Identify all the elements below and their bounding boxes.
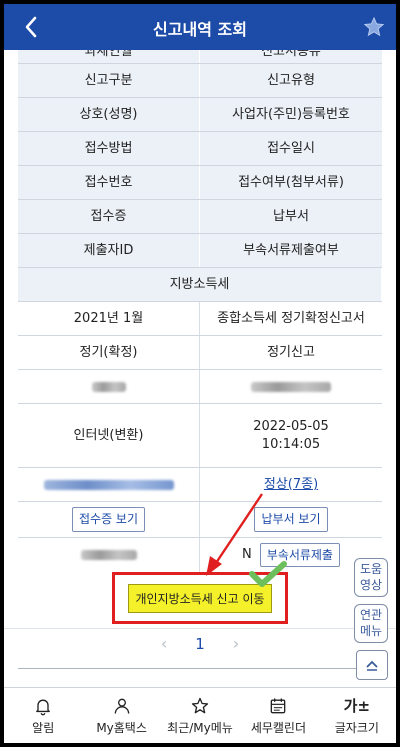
form-type-value: 종합소득세 정기확정신고서 [217,310,365,326]
received-date: 2022-05-05 [253,418,329,434]
report-category-value: 정기(확정) [18,336,200,369]
star-icon [191,697,209,713]
favorite-button[interactable] [360,13,388,41]
table-header-row: 신고구분 신고유형 [18,64,382,98]
nav-my-hometax-label: My홈택스 [96,720,147,735]
help-video-label: 도움영상 [359,562,383,592]
receipt-cell: 접수증 보기 [18,502,200,537]
table-header-row: 제출자ID 부속서류제출여부 [18,234,382,268]
nav-text-size[interactable]: 가± 글자크기 [318,688,396,743]
help-video-button[interactable]: 도움영상 [354,558,388,598]
table-row: 2021년 1월 종합소득세 정기확정신고서 [18,302,382,336]
table-header-row: 접수증 납부서 [18,200,382,234]
calendar-icon [271,698,286,713]
header-cell: 접수여부(첨부서류) [238,174,344,190]
method-value: 인터넷(변환) [18,404,200,467]
nav-alerts[interactable]: 알림 [4,688,82,743]
nav-recent-menu[interactable]: 최근/My메뉴 [161,688,239,743]
page-title: 신고내역 조회 [153,20,247,39]
header-cell-local-tax: 지방소득세 [18,268,382,301]
view-receipt-button[interactable]: 접수증 보기 [71,507,145,532]
table-header-row: 과세연월 신고서종류 [18,50,382,64]
text-size-icon: 가± [343,696,371,715]
nav-tax-calendar-label: 세무캘린더 [250,720,307,735]
header-cell: 신고서종류 [261,50,321,59]
prev-page-button[interactable]: ‹ [161,634,167,653]
header-cell: 신고구분 [18,64,200,97]
nav-my-hometax[interactable]: My홈택스 [82,688,160,743]
table-row [18,370,382,404]
header-cell: 과세연월 [18,50,200,63]
pagination: ‹ 1 › [4,628,396,658]
receipt-number-link[interactable] [18,468,200,501]
current-page[interactable]: 1 [195,635,205,653]
header-cell: 제출자ID [18,234,200,267]
app-frame: 신고내역 조회 과세연월 신고서종류 신고구분 신고유형 상호(성명) 사업자(… [4,4,396,743]
header-cell: 접수방법 [18,132,200,165]
arrow-up-icon [366,660,378,671]
related-menu-button[interactable]: 연관메뉴 [354,604,388,644]
table-header-row: 상호(성명) 사업자(주민)등록번호 [18,98,382,132]
scroll-top-button[interactable] [356,650,388,680]
next-page-button[interactable]: › [233,634,239,653]
header-cell: 상호(성명) [18,98,200,131]
submitter-id-redacted [18,538,200,572]
header-cell: 접수일시 [267,140,315,156]
table-row: 인터넷(변환) 2022-05-05 10:14:05 [18,404,382,468]
check-mark-icon [249,561,287,587]
header-cell: 납부서 [273,208,309,224]
bottom-nav: 알림 My홈택스 최근/My메뉴 세무캘린더 가± 글자크기 [4,687,396,743]
receipt-status-link[interactable]: 정상(7종) [264,476,318,494]
user-icon [114,698,129,714]
period-value: 2021년 1월 [18,302,200,335]
content-area: 과세연월 신고서종류 신고구분 신고유형 상호(성명) 사업자(주민)등록번호 … [4,50,396,687]
received-time: 10:14:05 [261,436,321,452]
header-cell: 사업자(주민)등록번호 [232,106,350,122]
divider [18,668,382,669]
nav-tax-calendar[interactable]: 세무캘린더 [239,688,317,743]
star-icon [363,16,385,37]
header-bar: 신고내역 조회 [4,4,396,50]
table-header-row: 접수번호 접수여부(첨부서류) [18,166,382,200]
business-name-redacted [18,370,200,403]
bell-icon [36,699,51,715]
report-type-value: 정기신고 [267,344,315,360]
header-cell: 부속서류제출여부 [243,242,339,258]
registration-number-redacted [200,370,382,403]
header-cell: 접수증 [18,200,200,233]
table-header-row: 지방소득세 [18,268,382,302]
nav-alerts-label: 알림 [32,720,55,735]
nav-text-size-label: 글자크기 [334,720,379,735]
table-row: 정기(확정) 정기신고 [18,336,382,370]
table-header-row: 접수방법 접수일시 [18,132,382,166]
header-cell: 접수번호 [18,166,200,199]
header-cell: 신고유형 [267,72,315,88]
received-datetime: 2022-05-05 10:14:05 [200,404,382,467]
related-menu-label: 연관메뉴 [359,608,383,638]
nav-recent-menu-label: 최근/My메뉴 [167,720,233,735]
